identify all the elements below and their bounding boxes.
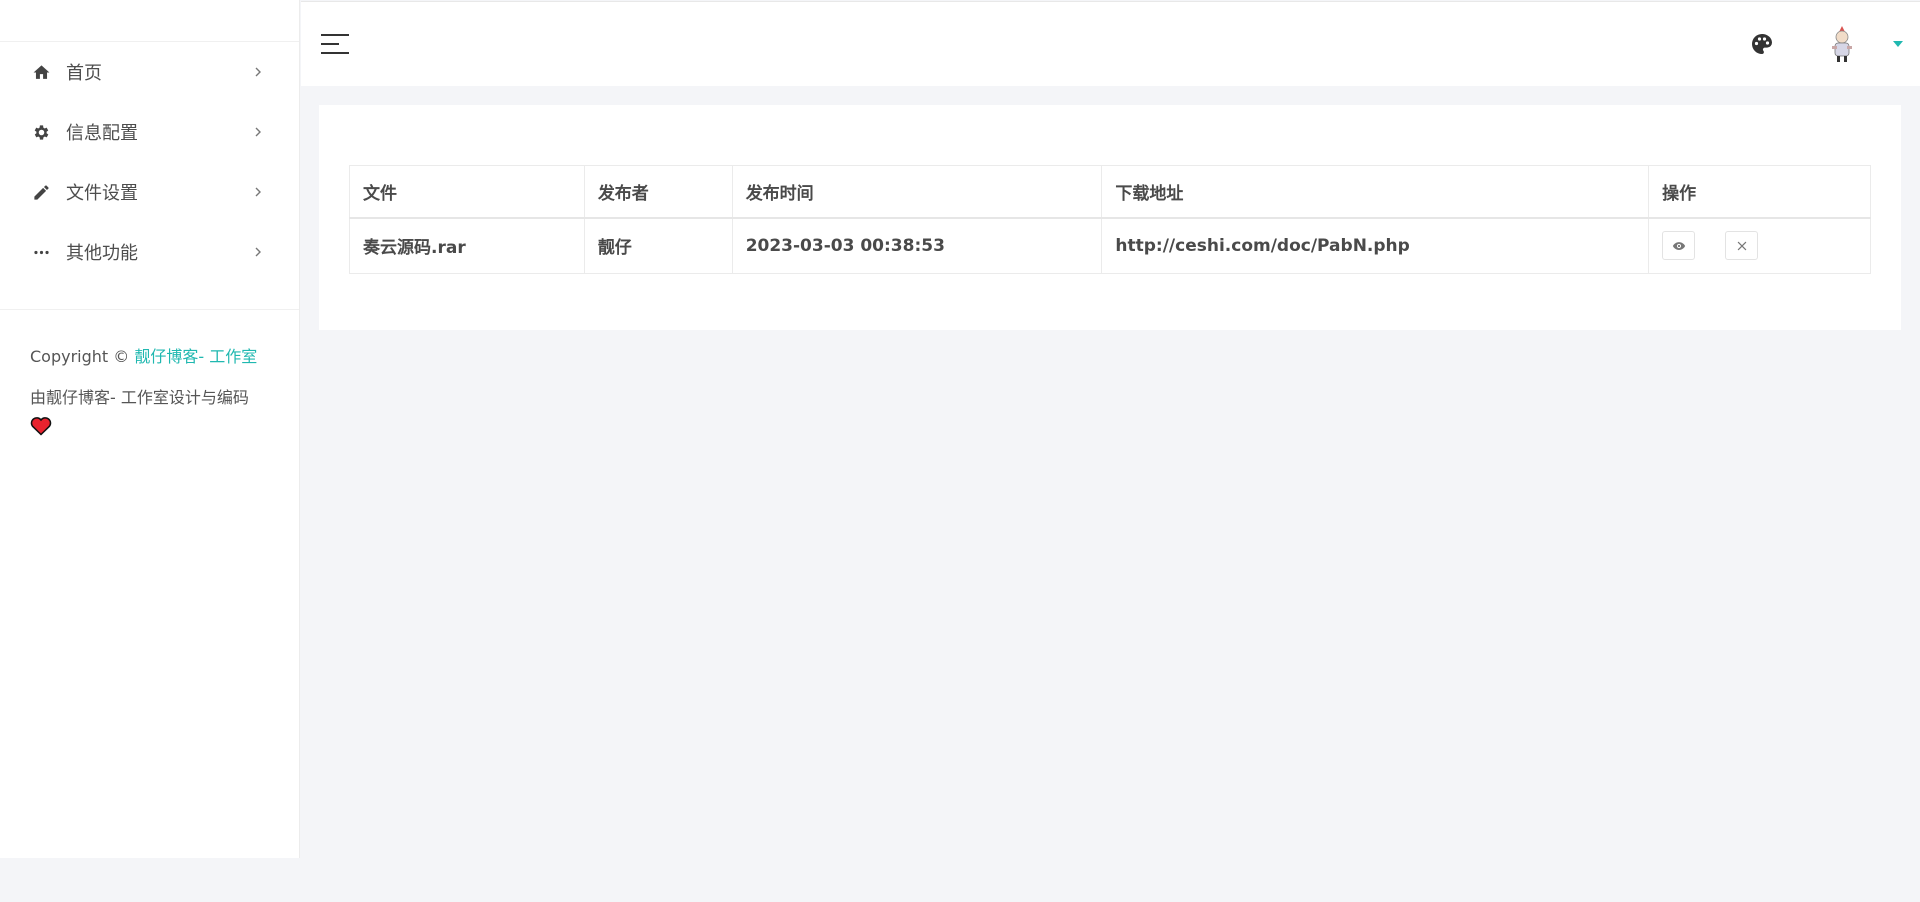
cell-publisher: 靓仔 (583, 217, 733, 274)
content-card: 文件 发布者 发布时间 下载地址 操作 奏云源码.rar 靓仔 2023-03-… (319, 105, 1901, 330)
sidebar-item-label: 其他功能 (66, 243, 138, 264)
sidebar-item-label: 文件设置 (66, 183, 138, 204)
copyright: Copyright © 靓仔博客- 工作室 (0, 310, 299, 370)
chevron-right-icon (253, 124, 263, 140)
gear-icon (30, 121, 52, 143)
view-button[interactable] (1662, 231, 1696, 261)
column-header-url: 下载地址 (1101, 165, 1650, 219)
column-header-file: 文件 (349, 165, 585, 219)
sidebar-item-info-config[interactable]: 信息配置 (0, 102, 299, 162)
copyright-prefix: Copyright © (30, 347, 130, 366)
cell-file: 奏云源码.rar (349, 217, 585, 274)
close-icon (1737, 241, 1746, 251)
sidebar-logo-area (0, 0, 299, 42)
cell-actions (1648, 217, 1871, 274)
sidebar-item-label: 信息配置 (66, 123, 138, 144)
eye-icon (1672, 241, 1685, 250)
copyright-link[interactable]: 靓仔博客- 工作室 (134, 347, 257, 366)
sidebar-item-file-settings[interactable]: 文件设置 (0, 162, 299, 222)
avatar[interactable] (1823, 24, 1861, 64)
sidebar: 首页 信息配置 文件设置 其他功能 Copyright © 靓仔博客- 工作室 … (0, 0, 300, 858)
delete-button[interactable] (1725, 231, 1759, 261)
column-header-actions: 操作 (1648, 165, 1871, 219)
chevron-right-icon (253, 244, 263, 260)
cell-time: 2023-03-03 00:38:53 (731, 217, 1103, 274)
credit-text: 由靓仔博客- 工作室设计与编码 (0, 370, 299, 436)
column-header-publisher: 发布者 (583, 165, 733, 219)
caret-down-icon[interactable] (1893, 41, 1903, 48)
table-row: 奏云源码.rar 靓仔 2023-03-03 00:38:53 http://c… (349, 217, 1871, 274)
chevron-right-icon (253, 64, 263, 80)
sidebar-item-home[interactable]: 首页 (0, 42, 299, 102)
column-header-time: 发布时间 (731, 165, 1103, 219)
heart-icon (30, 417, 52, 436)
more-dots-icon (30, 241, 52, 263)
top-header (301, 1, 1920, 86)
pencil-icon (30, 181, 52, 203)
file-table: 文件 发布者 发布时间 下载地址 操作 奏云源码.rar 靓仔 2023-03-… (349, 165, 1871, 274)
sidebar-item-label: 首页 (66, 63, 102, 84)
app-root: 首页 信息配置 文件设置 其他功能 Copyright © 靓仔博客- 工作室 … (0, 0, 1920, 902)
home-icon (30, 61, 52, 83)
hamburger-menu-icon[interactable] (321, 34, 349, 56)
sidebar-item-other-functions[interactable]: 其他功能 (0, 222, 299, 282)
table-header-row: 文件 发布者 发布时间 下载地址 操作 (349, 165, 1871, 219)
chevron-right-icon (253, 184, 263, 200)
palette-icon[interactable] (1750, 32, 1774, 56)
credit-label: 由靓仔博客- 工作室设计与编码 (30, 388, 249, 407)
cell-url: http://ceshi.com/doc/PabN.php (1101, 217, 1650, 274)
